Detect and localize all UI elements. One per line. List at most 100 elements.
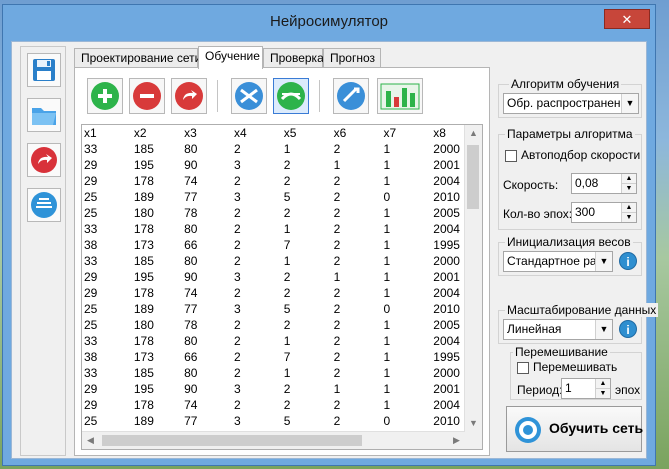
table-cell[interactable]: 33 <box>82 333 132 349</box>
table-row[interactable]: 33 185 80 2 1 2 1 2000 <box>82 365 482 381</box>
table-row[interactable]: 25 180 78 2 2 2 1 2005 <box>82 317 482 333</box>
table-cell[interactable]: 80 <box>182 365 232 381</box>
spin-up-icon[interactable]: ▲ <box>621 203 636 212</box>
table-cell[interactable]: 0 <box>381 301 431 317</box>
table-row[interactable]: 29 178 74 2 2 2 1 2004 <box>82 397 482 413</box>
table-row[interactable]: 33 185 80 2 1 2 1 2000 <box>82 141 482 157</box>
table-cell[interactable]: 2 <box>332 173 382 189</box>
tab-check[interactable]: Проверка <box>263 48 324 68</box>
table-row[interactable]: 33 178 80 2 1 2 1 2004 <box>82 221 482 237</box>
scroll-up-icon[interactable]: ▲ <box>465 125 482 142</box>
table-cell[interactable]: 33 <box>82 221 132 237</box>
table-cell[interactable]: 74 <box>182 397 232 413</box>
table-cell[interactable]: 38 <box>82 349 132 365</box>
table-cell[interactable]: 185 <box>132 253 182 269</box>
table-cell[interactable]: 80 <box>182 333 232 349</box>
table-cell[interactable]: 2 <box>232 285 282 301</box>
column-header[interactable]: x4 <box>232 125 282 141</box>
table-row[interactable]: 29 178 74 2 2 2 1 2004 <box>82 173 482 189</box>
table-cell[interactable]: 180 <box>132 205 182 221</box>
table-cell[interactable]: 2 <box>232 237 282 253</box>
table-cell[interactable]: 2 <box>332 365 382 381</box>
spin-up-icon[interactable]: ▲ <box>595 379 610 388</box>
table-cell[interactable]: 1 <box>381 157 431 173</box>
table-cell[interactable]: 25 <box>82 317 132 333</box>
table-cell[interactable]: 77 <box>182 413 232 429</box>
horizontal-scrollbar[interactable]: ◀ ▶ <box>82 431 465 449</box>
table-cell[interactable]: 2 <box>282 157 332 173</box>
table-cell[interactable]: 3 <box>232 189 282 205</box>
table-row[interactable]: 33 185 80 2 1 2 1 2000 <box>82 253 482 269</box>
table-cell[interactable]: 25 <box>82 205 132 221</box>
redo-button[interactable] <box>27 143 61 177</box>
table-cell[interactable]: 38 <box>82 237 132 253</box>
table-cell[interactable]: 2 <box>282 205 332 221</box>
table-cell[interactable]: 178 <box>132 397 182 413</box>
table-cell[interactable]: 80 <box>182 221 232 237</box>
table-cell[interactable]: 2 <box>232 253 282 269</box>
chevron-down-icon[interactable]: ▼ <box>621 94 638 113</box>
table-cell[interactable]: 3 <box>232 301 282 317</box>
shuffle-checkbox[interactable] <box>517 362 529 374</box>
horizontal-scroll-thumb[interactable] <box>102 435 362 446</box>
period-input[interactable]: 1 ▲ ▼ <box>561 378 611 399</box>
table-cell[interactable]: 80 <box>182 253 232 269</box>
table-cell[interactable]: 1 <box>282 333 332 349</box>
table-cell[interactable]: 90 <box>182 381 232 397</box>
table-cell[interactable]: 78 <box>182 317 232 333</box>
table-row[interactable]: 29 195 90 3 2 1 1 2001 <box>82 381 482 397</box>
train-button[interactable]: Обучить сеть <box>506 406 643 452</box>
table-cell[interactable]: 2 <box>332 333 382 349</box>
table-cell[interactable]: 2 <box>232 221 282 237</box>
table-row[interactable]: 29 195 90 3 2 1 1 2001 <box>82 157 482 173</box>
table-row[interactable]: 29 178 74 2 2 2 1 2004 <box>82 285 482 301</box>
table-cell[interactable]: 185 <box>132 365 182 381</box>
column-header[interactable]: x6 <box>332 125 382 141</box>
table-cell[interactable]: 1 <box>282 141 332 157</box>
table-cell[interactable]: 7 <box>282 237 332 253</box>
table-cell[interactable]: 2 <box>332 285 382 301</box>
table-cell[interactable]: 25 <box>82 189 132 205</box>
table-cell[interactable]: 1 <box>332 157 382 173</box>
save-button[interactable] <box>27 53 61 87</box>
table-cell[interactable]: 2 <box>332 317 382 333</box>
table-cell[interactable]: 0 <box>381 413 431 429</box>
scroll-down-icon[interactable]: ▼ <box>465 415 482 432</box>
add-row-button[interactable] <box>87 78 123 114</box>
table-cell[interactable]: 1 <box>381 205 431 221</box>
scroll-right-icon[interactable]: ▶ <box>448 432 465 449</box>
network-button[interactable] <box>27 188 61 222</box>
column-header[interactable]: x5 <box>282 125 332 141</box>
table-cell[interactable]: 1 <box>381 285 431 301</box>
tab-design[interactable]: Проектирование сети <box>74 48 201 68</box>
chevron-down-icon[interactable]: ▼ <box>595 320 612 339</box>
table-cell[interactable]: 2 <box>282 381 332 397</box>
table-cell[interactable]: 2 <box>282 285 332 301</box>
scale-button[interactable] <box>333 78 369 114</box>
table-row[interactable]: 38 173 66 2 7 2 1 1995 <box>82 237 482 253</box>
shuffle-button[interactable] <box>231 78 267 114</box>
table-cell[interactable]: 2 <box>332 189 382 205</box>
table-cell[interactable]: 78 <box>182 205 232 221</box>
table-cell[interactable]: 2 <box>232 317 282 333</box>
table-cell[interactable]: 189 <box>132 413 182 429</box>
tab-forecast[interactable]: Прогноз <box>323 48 381 68</box>
undo-button[interactable] <box>171 78 207 114</box>
table-cell[interactable]: 3 <box>232 413 282 429</box>
table-cell[interactable]: 25 <box>82 413 132 429</box>
open-button[interactable] <box>27 98 61 132</box>
table-cell[interactable]: 77 <box>182 301 232 317</box>
column-header[interactable]: x7 <box>381 125 431 141</box>
table-cell[interactable]: 2 <box>332 413 382 429</box>
table-cell[interactable]: 3 <box>232 381 282 397</box>
column-header[interactable]: x2 <box>132 125 182 141</box>
table-cell[interactable]: 2 <box>332 141 382 157</box>
table-cell[interactable]: 178 <box>132 173 182 189</box>
table-cell[interactable]: 2 <box>332 301 382 317</box>
speed-input[interactable]: 0,08 ▲ ▼ <box>571 173 637 194</box>
table-cell[interactable]: 5 <box>282 189 332 205</box>
table-cell[interactable]: 2 <box>232 205 282 221</box>
spin-down-icon[interactable]: ▼ <box>621 212 636 222</box>
table-cell[interactable]: 1 <box>332 269 382 285</box>
table-cell[interactable]: 90 <box>182 269 232 285</box>
